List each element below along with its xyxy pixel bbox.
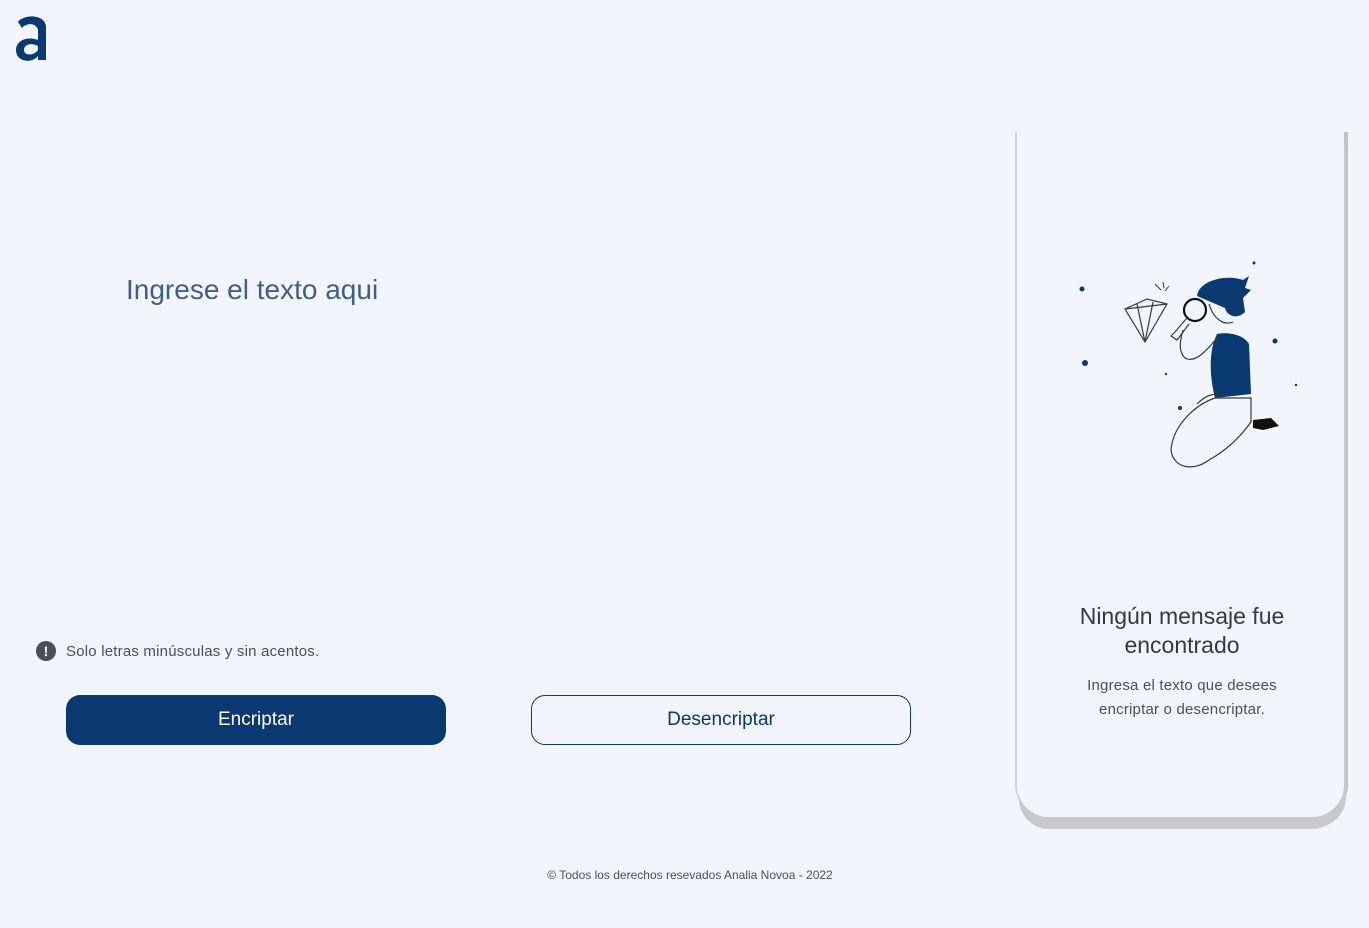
- page: ! Solo letras minúsculas y sin acentos. …: [0, 0, 1369, 928]
- result-title: Ningún mensaje fue encontrado: [1079, 603, 1285, 658]
- encrypt-button[interactable]: Encriptar: [66, 695, 446, 745]
- result-subtitle: Ingresa el texto que desees encriptar o …: [1087, 677, 1277, 718]
- text-input[interactable]: [126, 270, 946, 604]
- alura-logo-icon[interactable]: [14, 14, 50, 66]
- hint-text: Solo letras minúsculas y sin acentos.: [66, 642, 320, 660]
- person-magnifying-glass-illustration: [1079, 261, 1298, 468]
- result-panel: Ningún mensaje fue encontrado Ingresa el…: [1017, 132, 1344, 817]
- footer-copyright: © Todos los derechos resevados Analia No…: [547, 868, 833, 882]
- exclamation-circle-icon: !: [36, 641, 56, 661]
- input-hint: ! Solo letras minúsculas y sin acentos.: [36, 641, 319, 661]
- decrypt-button[interactable]: Desencriptar: [531, 695, 911, 745]
